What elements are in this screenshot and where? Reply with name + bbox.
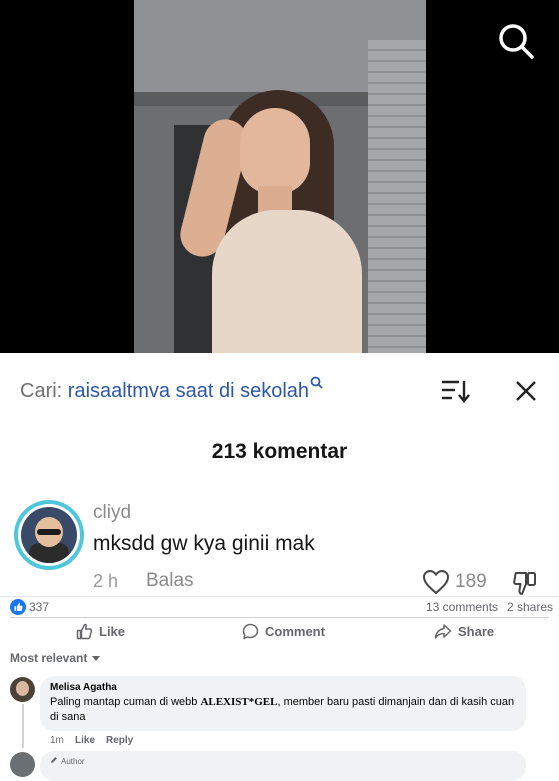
comment-reply-button[interactable]: Reply [106, 735, 133, 746]
like-reaction-icon [10, 599, 26, 615]
search-icon [310, 372, 323, 395]
like-count: 189 [455, 571, 487, 592]
share-icon [434, 623, 452, 640]
pencil-icon [50, 756, 58, 766]
comment-count: 213 komentar [211, 440, 348, 463]
author-badge: Author [50, 756, 85, 766]
comment-sort-dropdown[interactable]: Most relevant [10, 651, 101, 665]
author-badge-label: Author [61, 756, 85, 766]
heart-icon[interactable] [422, 569, 450, 595]
comment-sort-label: Most relevant [10, 651, 88, 665]
comment-text-part: Paling mantap cuman di webb [50, 696, 198, 708]
search-prefix: Cari: [20, 380, 63, 402]
search-query: raisaaltmva saat di sekolah [67, 380, 310, 402]
video-frame [134, 0, 426, 353]
avatar[interactable] [10, 752, 35, 777]
reply-button[interactable]: Balas [146, 570, 194, 592]
comment-bubble [40, 751, 526, 781]
comment-timestamp[interactable]: 1m [50, 735, 64, 746]
share-button-label: Share [458, 623, 495, 639]
comment-button-label: Comment [265, 623, 325, 639]
comment-text: mksdd gw kya ginii mak [93, 532, 315, 555]
video-player[interactable] [0, 0, 559, 353]
shares-count-link[interactable]: 2 shares [507, 600, 553, 614]
like-button[interactable]: Like [76, 622, 125, 640]
comments-count-link[interactable]: 13 comments [426, 600, 498, 614]
actions-divider [10, 617, 549, 618]
sort-icon[interactable] [440, 378, 470, 404]
comment-author[interactable]: Melisa Agatha [50, 682, 117, 693]
share-button[interactable]: Share [434, 622, 494, 640]
avatar[interactable] [10, 677, 35, 702]
comment-button[interactable]: Comment [242, 622, 325, 640]
thread-line [22, 704, 24, 748]
comment-time: 2 h [93, 571, 119, 591]
reactions-count[interactable]: 337 [29, 600, 49, 614]
close-icon[interactable] [513, 378, 539, 404]
like-button-label: Like [99, 623, 126, 639]
comment-body: Paling mantap cuman di webb ALEXIST*GEL,… [50, 695, 520, 725]
search-icon[interactable] [497, 22, 535, 60]
search-suggestion[interactable]: Cari: raisaaltmva saat di sekolah [20, 376, 323, 403]
comment-text-highlight: ALEXIST*GEL [200, 696, 278, 708]
chevron-down-icon [91, 651, 101, 665]
dislike-icon[interactable] [512, 569, 540, 597]
comment-like-button[interactable]: Like [75, 735, 95, 746]
comment-icon [242, 623, 259, 640]
comment-username[interactable]: cliyd [93, 502, 131, 524]
thumbs-up-icon [76, 623, 93, 640]
avatar[interactable] [14, 500, 84, 570]
section-divider [0, 596, 559, 597]
